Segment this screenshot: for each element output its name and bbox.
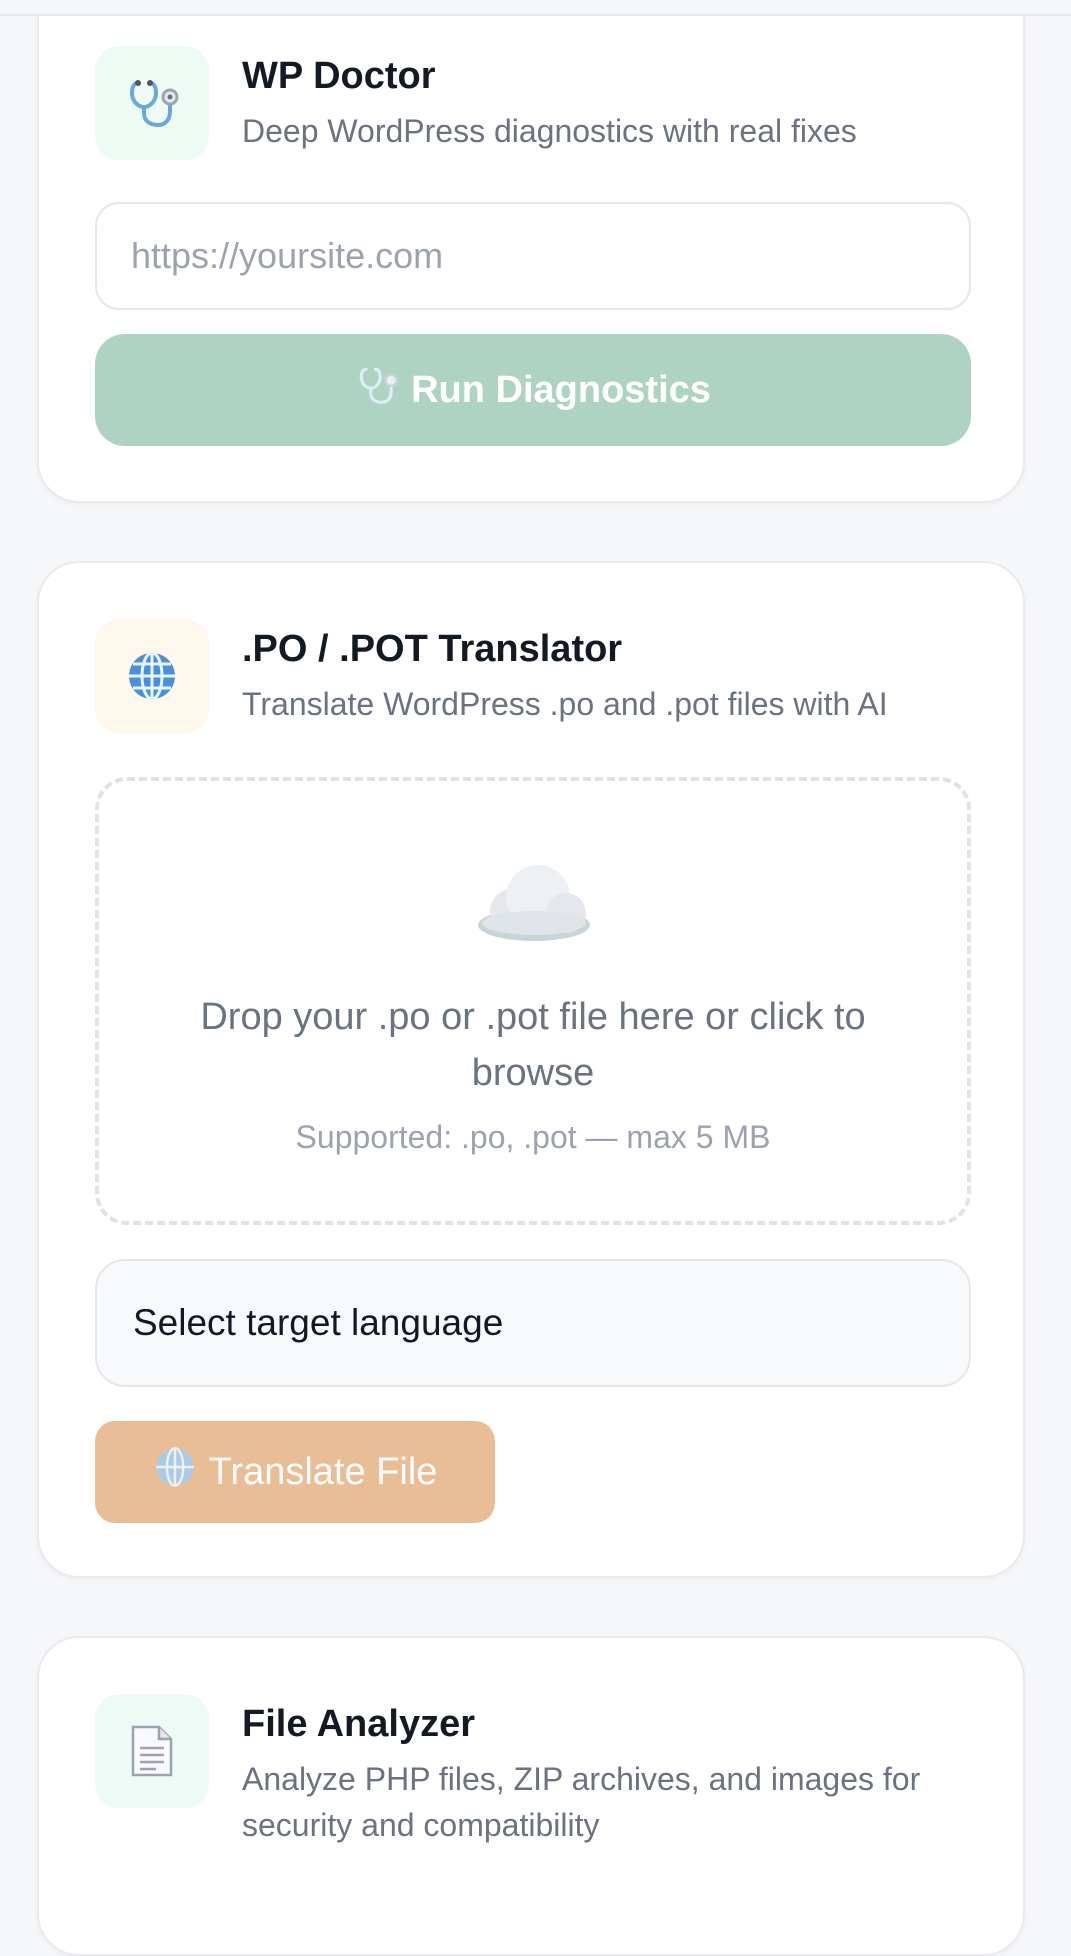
file-dropzone[interactable]: Drop your .po or .pot file here or click… bbox=[95, 777, 971, 1225]
file-analyzer-description: Analyze PHP files, ZIP archives, and ima… bbox=[242, 1761, 921, 1843]
translate-file-label: Translate File bbox=[208, 1450, 438, 1493]
target-language-value: Select target language bbox=[133, 1302, 504, 1343]
document-icon bbox=[95, 1694, 209, 1808]
wp-doctor-header: WP Doctor Deep WordPress diagnostics wit… bbox=[95, 46, 857, 160]
top-divider bbox=[0, 0, 1071, 16]
file-analyzer-card: File Analyzer Analyze PHP files, ZIP arc… bbox=[37, 1636, 1025, 1956]
wp-doctor-card: WP Doctor Deep WordPress diagnostics wit… bbox=[37, 0, 1025, 503]
site-url-input[interactable] bbox=[95, 202, 971, 310]
dropzone-hint: Supported: .po, .pot — max 5 MB bbox=[295, 1119, 771, 1155]
cloud-icon bbox=[99, 861, 967, 951]
po-translator-title: .PO / .POT Translator bbox=[242, 628, 623, 670]
dropzone-text: Drop your .po or .pot file here or click… bbox=[200, 996, 866, 1094]
file-analyzer-title: File Analyzer bbox=[242, 1703, 476, 1745]
wp-doctor-description: Deep WordPress diagnostics with real fix… bbox=[242, 113, 857, 149]
stethoscope-icon bbox=[95, 46, 209, 160]
translate-file-button[interactable]: Translate File bbox=[95, 1421, 495, 1523]
po-translator-header: .PO / .POT Translator Translate WordPres… bbox=[95, 619, 888, 733]
globe-icon bbox=[95, 619, 209, 733]
globe-icon bbox=[153, 1445, 197, 1499]
file-analyzer-header: File Analyzer Analyze PHP files, ZIP arc… bbox=[95, 1694, 982, 1848]
po-translator-description: Translate WordPress .po and .pot files w… bbox=[242, 686, 888, 722]
po-translator-card: .PO / .POT Translator Translate WordPres… bbox=[37, 561, 1025, 1578]
run-diagnostics-button[interactable]: Run Diagnostics bbox=[95, 334, 971, 446]
target-language-select[interactable]: Select target language bbox=[95, 1259, 971, 1387]
run-diagnostics-label: Run Diagnostics bbox=[411, 368, 711, 411]
wp-doctor-title: WP Doctor bbox=[242, 55, 436, 97]
stethoscope-icon bbox=[355, 363, 399, 417]
